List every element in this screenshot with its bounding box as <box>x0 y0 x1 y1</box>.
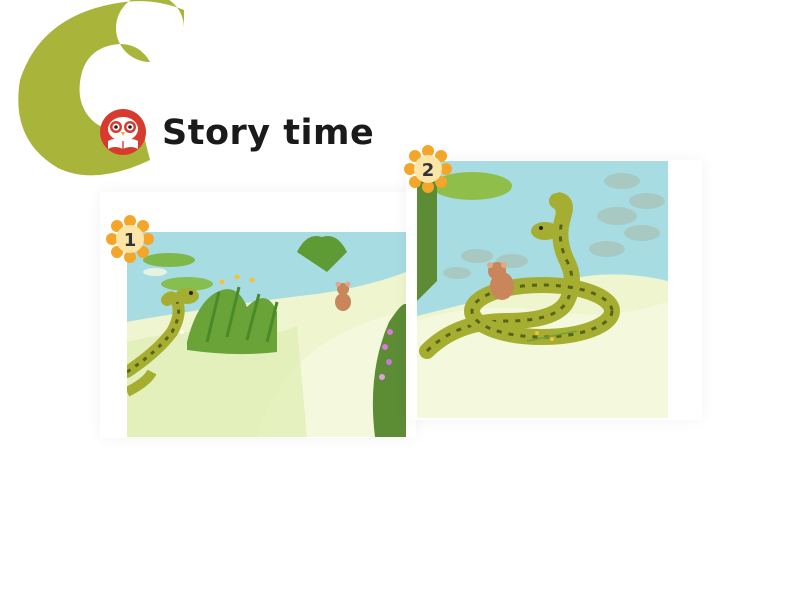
panel-1-number: 1 <box>124 230 137 251</box>
owl-book-icon <box>100 109 146 155</box>
page-title: Story time <box>162 113 375 153</box>
panel-2-number: 2 <box>422 160 435 181</box>
story-panel-2 <box>417 161 668 418</box>
sunflower-badge-icon: 1 <box>106 215 154 263</box>
story-panel-1 <box>127 232 406 437</box>
sunflower-badge-icon: 2 <box>404 145 452 193</box>
section-letter-c: C <box>0 0 184 176</box>
section-letter-text: C <box>0 0 1 1</box>
